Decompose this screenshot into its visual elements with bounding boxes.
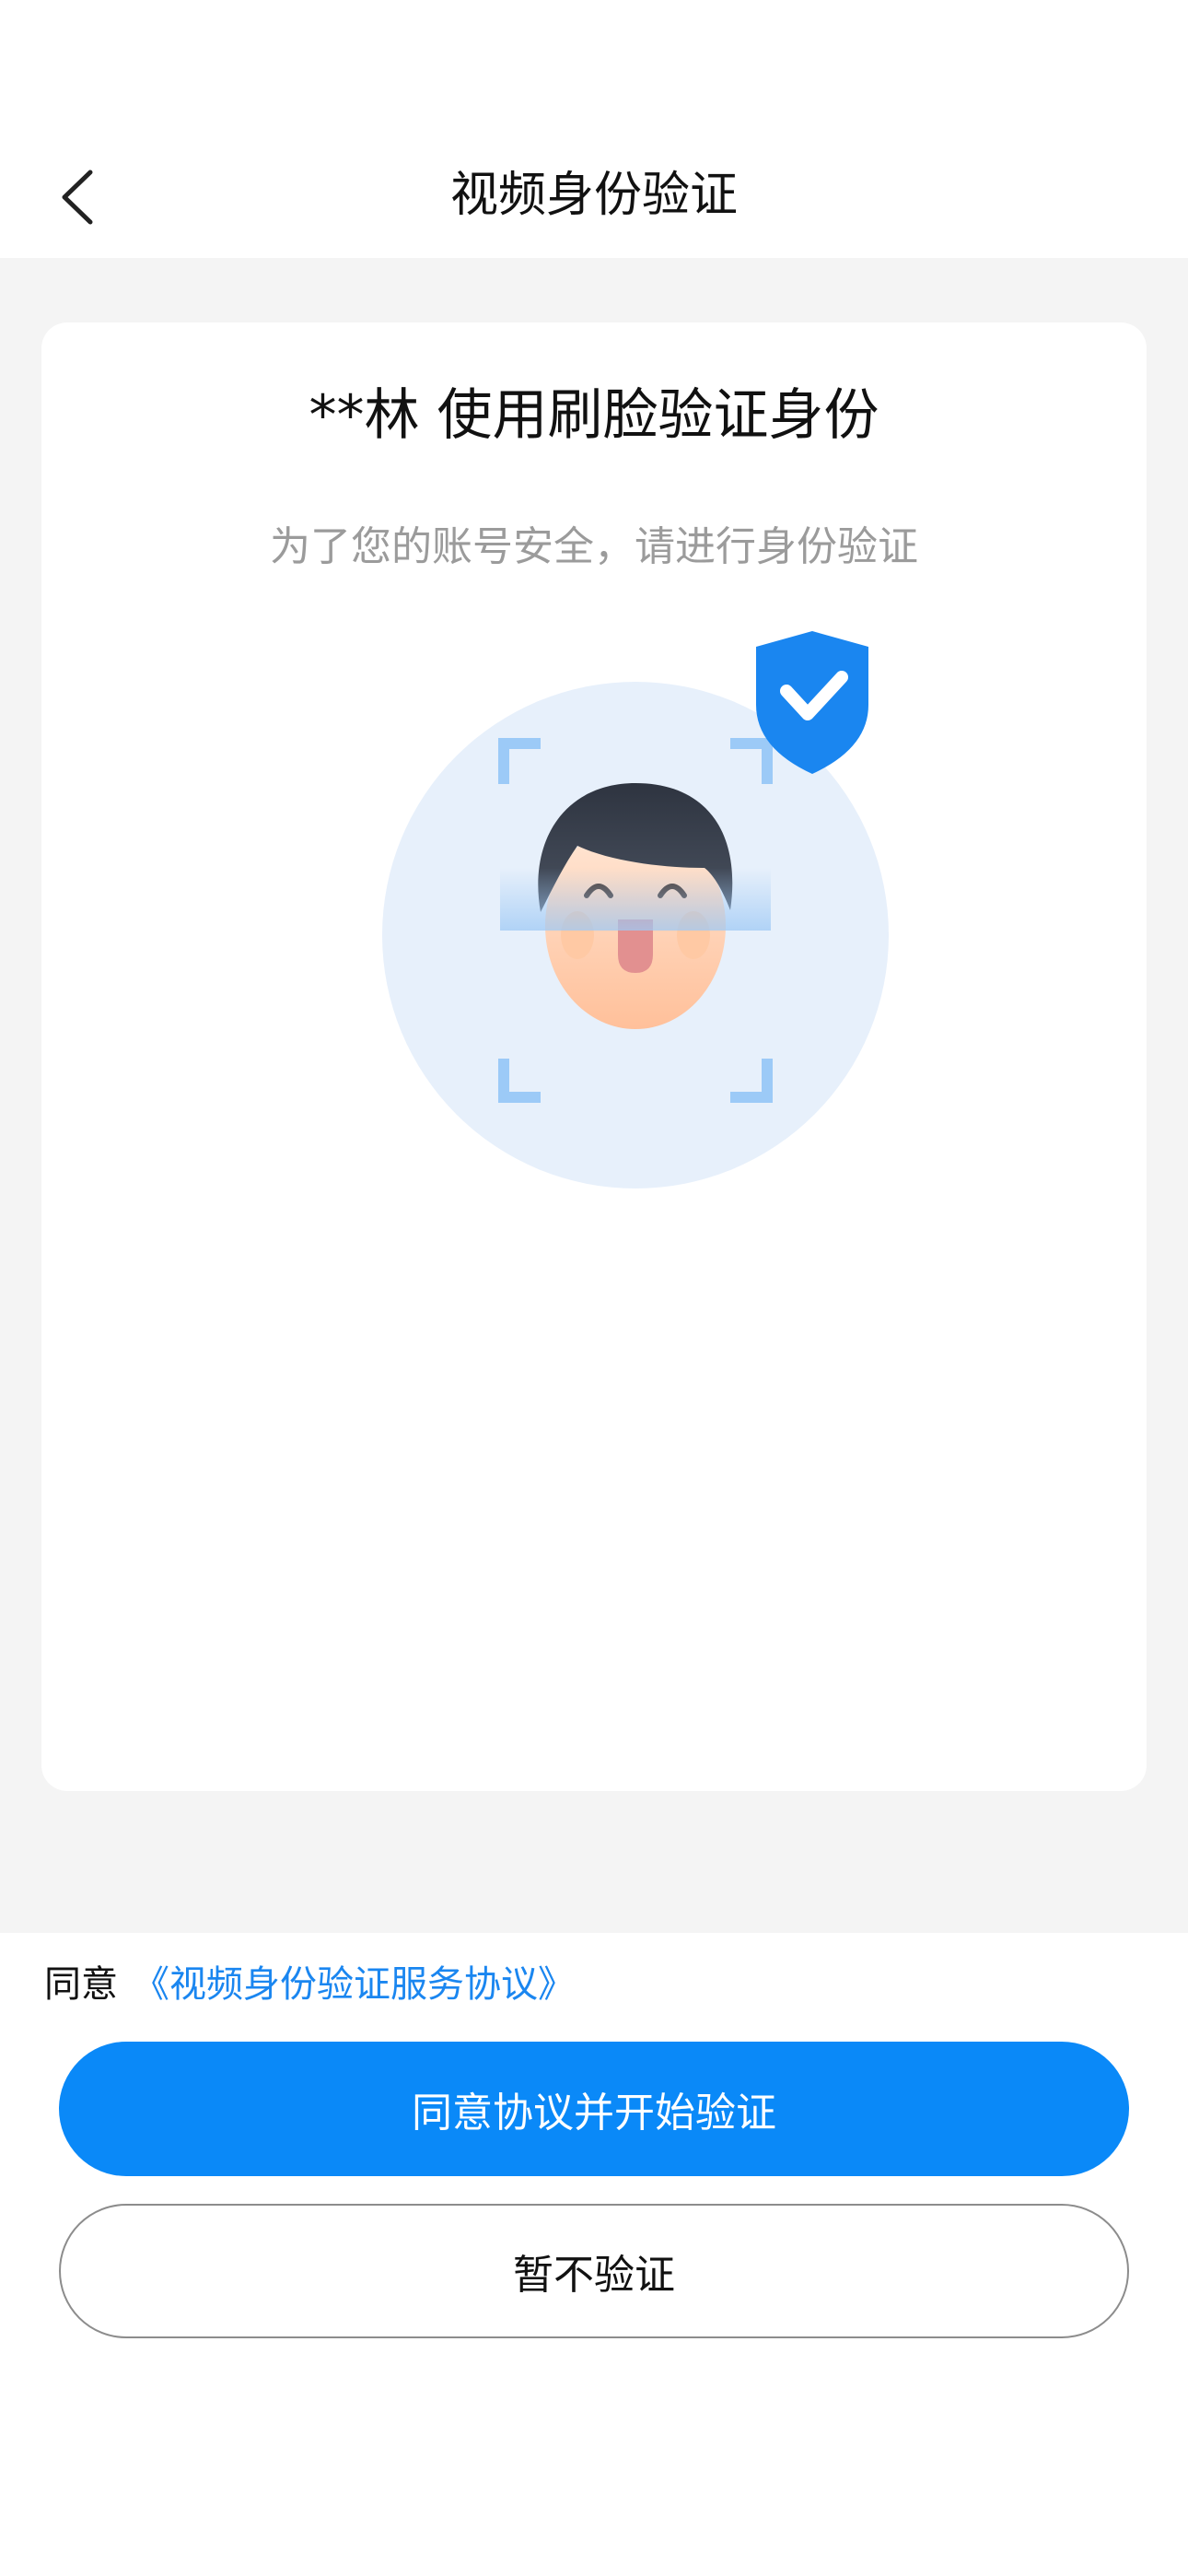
agreement-link[interactable]: 《视频身份验证服务协议》 xyxy=(133,1963,575,2006)
agreement-prefix: 同意 xyxy=(44,1963,118,2006)
nav-bar: 视频身份验证 xyxy=(0,138,1188,258)
agreement-line: 同意 《视频身份验证服务协议》 xyxy=(44,1955,575,2014)
status-bar xyxy=(0,0,1188,138)
card-subtitle: 为了您的账号安全，请进行身份验证 xyxy=(270,523,918,570)
face-scan-illustration xyxy=(382,631,889,1188)
skip-verification-button[interactable]: 暂不验证 xyxy=(59,2204,1129,2338)
verification-card: **林 使用刷脸验证身份 为了您的账号安全，请进行身份验证 xyxy=(41,322,1147,1791)
content-area: **林 使用刷脸验证身份 为了您的账号安全，请进行身份验证 xyxy=(0,258,1188,1933)
scan-line xyxy=(500,868,771,931)
agree-and-start-button[interactable]: 同意协议并开始验证 xyxy=(59,2042,1129,2176)
card-title: **林 使用刷脸验证身份 xyxy=(309,383,879,448)
page-title: 视频身份验证 xyxy=(449,168,738,223)
